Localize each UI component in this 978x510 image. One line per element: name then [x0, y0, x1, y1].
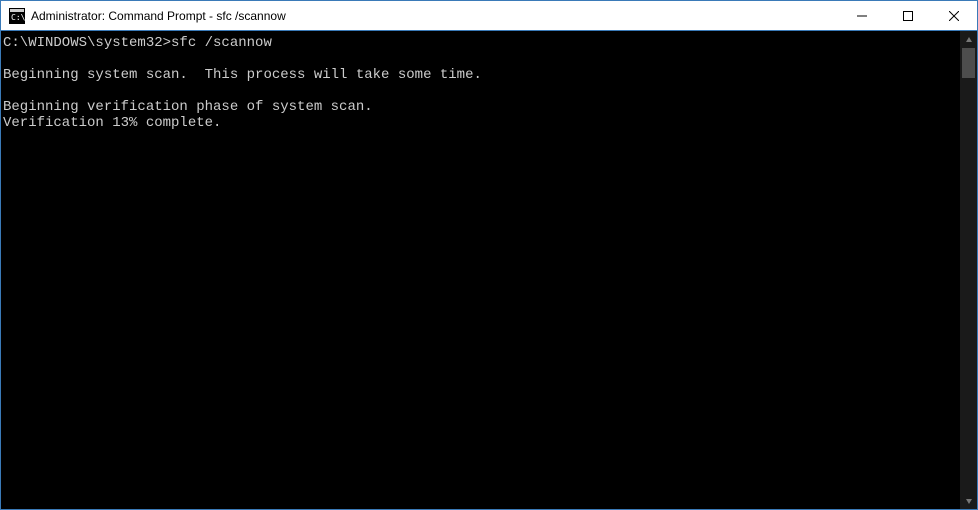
- terminal-line: Beginning verification phase of system s…: [3, 99, 960, 115]
- window-titlebar[interactable]: C:\ Administrator: Command Prompt - sfc …: [1, 1, 977, 31]
- terminal-line: [3, 83, 960, 99]
- window-controls: [839, 1, 977, 30]
- cmd-icon: C:\: [9, 8, 25, 24]
- maximize-button[interactable]: [885, 1, 931, 30]
- svg-text:C:\: C:\: [11, 13, 25, 22]
- terminal-line: Beginning system scan. This process will…: [3, 67, 960, 83]
- terminal-line: C:\WINDOWS\system32>sfc /scannow: [3, 35, 960, 51]
- scroll-up-arrow-icon[interactable]: [960, 31, 977, 48]
- terminal-line: Verification 13% complete.: [3, 115, 960, 131]
- minimize-button[interactable]: [839, 1, 885, 30]
- terminal-area[interactable]: C:\WINDOWS\system32>sfc /scannow Beginni…: [1, 31, 977, 509]
- scroll-thumb[interactable]: [962, 48, 975, 78]
- scroll-down-arrow-icon[interactable]: [960, 492, 977, 509]
- terminal-output[interactable]: C:\WINDOWS\system32>sfc /scannow Beginni…: [1, 31, 960, 509]
- terminal-line: [3, 51, 960, 67]
- vertical-scrollbar[interactable]: [960, 31, 977, 509]
- window-title: Administrator: Command Prompt - sfc /sca…: [31, 9, 839, 23]
- close-button[interactable]: [931, 1, 977, 30]
